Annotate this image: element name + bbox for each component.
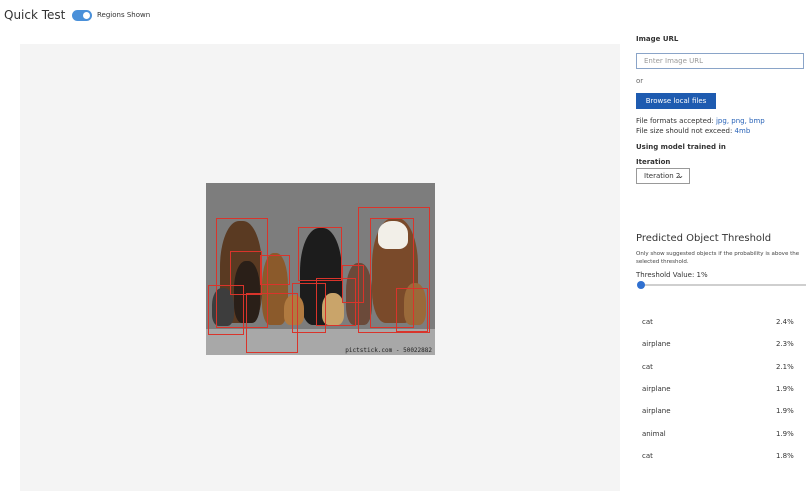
toggle-knob (83, 12, 90, 19)
prediction-row[interactable]: airplane 1.9% (636, 402, 806, 422)
region-box[interactable] (246, 293, 298, 353)
prediction-row[interactable]: airplane 2.3% (636, 335, 806, 355)
chevron-down-icon: ⌄ (677, 171, 684, 180)
threshold-title: Predicted Object Threshold (636, 233, 772, 244)
or-label: or (636, 77, 644, 85)
prediction-tag: cat (642, 451, 653, 460)
threshold-value-label: Threshold Value: 1% (636, 271, 708, 279)
iteration-select[interactable]: Iteration 2 ⌄ (636, 168, 690, 184)
iteration-label: Iteration (636, 158, 671, 166)
file-formats-note: File formats accepted: jpg, png, bmp (636, 117, 765, 125)
prediction-probability: 1.9% (776, 407, 794, 416)
image-watermark: pictstick.com - 50022882 (345, 347, 432, 354)
file-formats-prefix: File formats accepted: (636, 117, 716, 125)
file-formats-list: jpg, png, bmp (715, 117, 765, 125)
regions-toggle-label: Regions Shown (97, 11, 151, 19)
image-url-input[interactable] (636, 53, 804, 69)
prediction-tag: airplane (642, 340, 671, 349)
prediction-probability: 1.9% (776, 429, 794, 438)
prediction-probability: 1.8% (776, 451, 794, 460)
iteration-value: Iteration 2 (644, 172, 681, 180)
prediction-tag: cat (642, 362, 653, 371)
region-box[interactable] (298, 227, 342, 281)
threshold-slider-track[interactable] (640, 284, 806, 286)
page-title: Quick Test (4, 8, 66, 22)
browse-files-button[interactable]: Browse local files (636, 93, 716, 109)
image-url-label: Image URL (636, 35, 679, 43)
prediction-probability: 2.1% (776, 362, 794, 371)
model-label: Using model trained in (636, 143, 726, 151)
settings-panel: Image URL or Browse local files File for… (636, 0, 806, 491)
region-box[interactable] (396, 288, 428, 332)
prediction-probability: 2.3% (776, 340, 794, 349)
prediction-row[interactable]: cat 2.4% (636, 313, 806, 333)
file-size-value: 4mb (734, 127, 751, 135)
test-image: pictstick.com - 50022882 (206, 183, 435, 355)
file-size-note: File size should not exceed: 4mb (636, 127, 750, 135)
prediction-row[interactable]: cat 1.8% (636, 447, 806, 467)
prediction-probability: 2.4% (776, 318, 794, 326)
prediction-tag: animal (642, 429, 666, 438)
regions-toggle[interactable] (72, 10, 92, 21)
prediction-row[interactable]: animal 1.9% (636, 425, 806, 445)
region-box[interactable] (208, 285, 244, 335)
prediction-tag: airplane (642, 407, 671, 416)
prediction-tag: airplane (642, 384, 671, 393)
threshold-description: Only show suggested objects if the proba… (636, 251, 800, 265)
prediction-tag: cat (642, 318, 653, 326)
prediction-probability: 1.9% (776, 384, 794, 393)
prediction-row[interactable]: airplane 1.9% (636, 380, 806, 400)
prediction-row[interactable]: cat 2.1% (636, 358, 806, 378)
file-size-prefix: File size should not exceed: (636, 127, 735, 135)
region-box[interactable] (342, 265, 364, 303)
region-box[interactable] (260, 255, 290, 285)
threshold-slider-thumb[interactable] (637, 281, 645, 289)
